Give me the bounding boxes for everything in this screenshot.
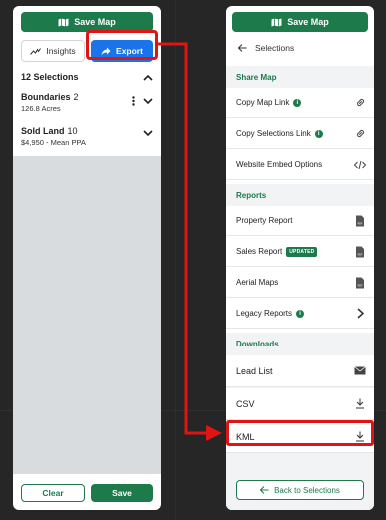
map-icon: [58, 18, 69, 26]
export-highlight-box: [86, 30, 158, 60]
chevron-right-icon: [354, 308, 366, 320]
pdf-icon: PDF: [354, 277, 366, 289]
empty-area: [13, 156, 161, 474]
info-icon: i: [296, 309, 305, 318]
trend-icon: [30, 47, 42, 55]
sales-report-row[interactable]: Sales Report UPDATED PDF: [226, 237, 374, 267]
tab-insights[interactable]: Insights: [21, 40, 85, 62]
copy-map-link-row[interactable]: Copy Map Link i: [226, 88, 374, 118]
svg-text:PDF: PDF: [358, 252, 363, 256]
back-to-selections-button[interactable]: Back to Selections: [236, 480, 364, 500]
selection-item-boundaries[interactable]: Boundaries 2 126.8 Acres: [21, 92, 153, 113]
row-label: Lead List: [236, 365, 273, 376]
info-icon: i: [314, 129, 323, 138]
selections-panel: Save Map Insights Export 12 Selections B…: [13, 6, 161, 510]
save-map-label: Save Map: [287, 17, 329, 27]
selections-count: 12 Selections: [21, 72, 79, 82]
back-to-selections-label: Back to Selections: [274, 485, 340, 495]
row-label: Copy Selections Link: [236, 129, 311, 138]
link-icon: [354, 97, 366, 109]
row-label: CSV: [236, 398, 255, 409]
copy-selections-link-row[interactable]: Copy Selections Link i: [226, 119, 374, 149]
row-label: Aerial Maps: [236, 278, 279, 287]
row-label: Website Embed Options: [236, 160, 323, 169]
selection-count: 10: [67, 126, 78, 136]
selection-title: Boundaries: [21, 92, 71, 102]
lead-list-row[interactable]: Lead List: [226, 355, 374, 387]
svg-text:PDF: PDF: [358, 221, 363, 225]
row-label: Property Report: [236, 216, 293, 225]
property-report-row[interactable]: Property Report PDF: [226, 206, 374, 236]
updated-badge: UPDATED: [286, 246, 318, 257]
chevron-down-icon[interactable]: [143, 97, 153, 105]
save-map-button[interactable]: Save Map: [232, 12, 368, 32]
row-label: Legacy Reports: [236, 309, 293, 318]
clear-button[interactable]: Clear: [21, 484, 85, 502]
legacy-reports-row[interactable]: Legacy Reports i: [226, 299, 374, 329]
aerial-maps-row[interactable]: Aerial Maps PDF: [226, 268, 374, 298]
section-header-share: Share Map: [226, 66, 374, 88]
selection-title: Sold Land: [21, 126, 65, 136]
code-icon: [354, 159, 366, 171]
pdf-icon: PDF: [354, 215, 366, 227]
chevron-up-icon[interactable]: [143, 74, 153, 81]
chevron-down-icon[interactable]: [143, 130, 153, 137]
map-icon: [271, 18, 282, 26]
selection-subtitle: $4,950 - Mean PPA: [21, 138, 86, 147]
save-map-label: Save Map: [74, 17, 116, 27]
download-icon: [354, 398, 366, 410]
back-to-selections-link[interactable]: Selections: [238, 40, 294, 56]
selections-header[interactable]: 12 Selections: [21, 68, 153, 86]
more-vertical-icon[interactable]: [132, 96, 135, 106]
svg-text:PDF: PDF: [358, 283, 363, 287]
arrow-left-icon: [260, 486, 269, 494]
website-embed-options-row[interactable]: Website Embed Options: [226, 150, 374, 180]
save-map-button[interactable]: Save Map: [21, 12, 153, 32]
save-button[interactable]: Save: [91, 484, 153, 502]
arrow-left-icon: [238, 44, 247, 52]
row-label: Sales Report: [236, 247, 283, 256]
csv-row[interactable]: CSV: [226, 388, 374, 420]
tab-insights-label: Insights: [46, 46, 76, 56]
row-label: Copy Map Link: [236, 98, 290, 107]
mail-icon: [354, 365, 366, 377]
selection-count: 2: [73, 92, 79, 102]
pdf-icon: PDF: [354, 246, 366, 258]
info-icon: i: [293, 98, 302, 107]
back-label: Selections: [255, 43, 295, 53]
map-road: [175, 0, 176, 520]
link-icon: [354, 128, 366, 140]
kml-highlight-box: [226, 420, 374, 446]
section-header-reports: Reports: [226, 184, 374, 206]
selection-item-sold-land[interactable]: Sold Land 10 $4,950 - Mean PPA: [21, 126, 153, 147]
